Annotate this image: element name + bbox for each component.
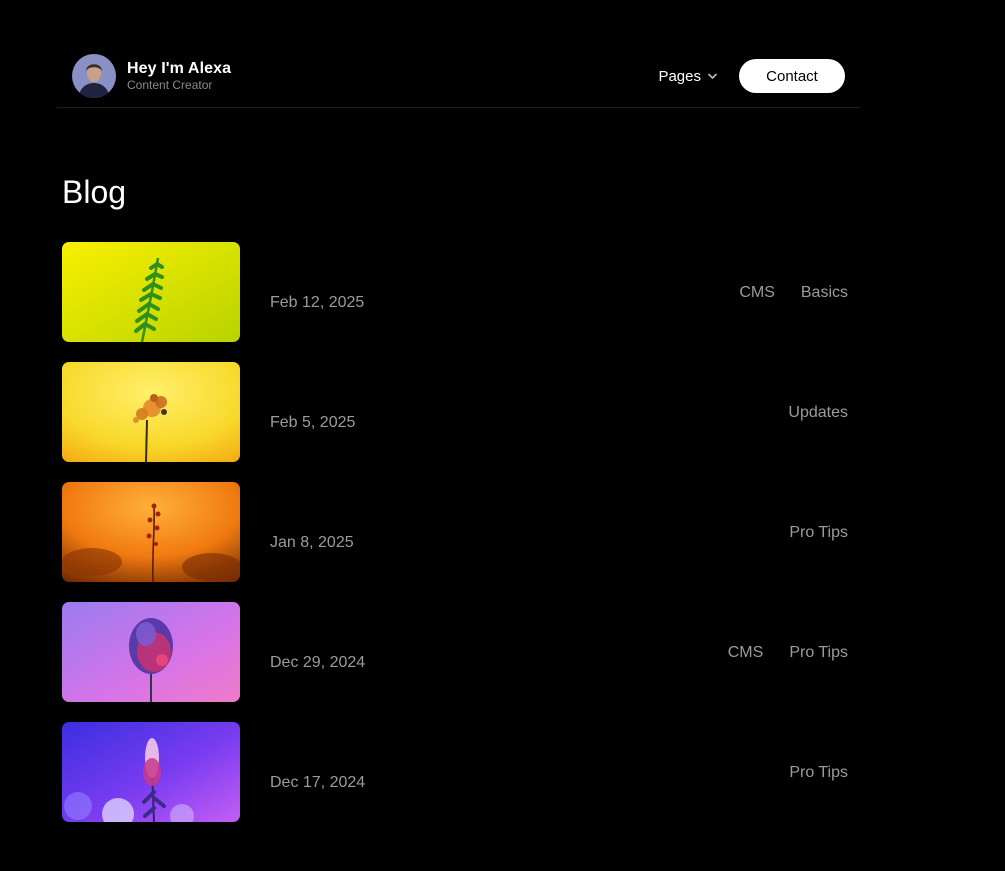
post-date: Dec 17, 2024 — [270, 774, 366, 791]
post-thumbnail[interactable] — [62, 242, 240, 342]
blog-post-row[interactable]: Dec 29, 2024 CMS Pro Tips — [62, 602, 848, 702]
pages-dropdown[interactable]: Pages — [658, 68, 718, 85]
post-tags: Pro Tips — [763, 524, 848, 542]
post-tag[interactable]: Pro Tips — [789, 764, 848, 782]
post-tag[interactable]: Pro Tips — [789, 524, 848, 542]
post-tag[interactable]: CMS — [728, 644, 764, 662]
post-date: Dec 29, 2024 — [270, 654, 366, 671]
post-tag[interactable]: Updates — [788, 404, 848, 422]
post-thumbnail[interactable] — [62, 602, 240, 702]
blog-post-row[interactable]: Feb 12, 2025 CMS Basics — [62, 242, 848, 342]
brand-name: Hey I'm Alexa — [127, 60, 232, 77]
blog-post-row[interactable]: Dec 17, 2024 Pro Tips — [62, 722, 848, 822]
post-tags: Updates — [762, 404, 848, 422]
post-tag[interactable]: Pro Tips — [789, 644, 848, 662]
brand-role: Content Creator — [127, 78, 213, 92]
post-tag[interactable]: CMS — [739, 284, 775, 302]
blog-post-row[interactable]: Jan 8, 2025 Pro Tips — [62, 482, 848, 582]
post-tags: CMS Pro Tips — [702, 644, 848, 662]
contact-button[interactable]: Contact — [739, 59, 845, 93]
main-nav: Pages Contact — [658, 59, 845, 93]
avatar — [72, 54, 116, 98]
post-thumbnail[interactable] — [62, 722, 240, 822]
post-date: Jan 8, 2025 — [270, 534, 354, 551]
post-date: Feb 5, 2025 — [270, 414, 356, 431]
pages-label: Pages — [658, 67, 701, 85]
page-title: Blog — [62, 174, 127, 210]
post-thumbnail[interactable] — [62, 482, 240, 582]
blog-post-row[interactable]: Feb 5, 2025 Updates — [62, 362, 848, 462]
post-tag[interactable]: Basics — [801, 284, 848, 302]
post-tags: Pro Tips — [763, 764, 848, 782]
chevron-down-icon — [707, 73, 718, 80]
post-tags: CMS Basics — [713, 284, 848, 302]
post-thumbnail[interactable] — [62, 362, 240, 462]
brand[interactable]: Hey I'm Alexa Content Creator — [72, 54, 231, 98]
post-date: Feb 12, 2025 — [270, 294, 365, 311]
site-header: Hey I'm Alexa Content Creator Pages Cont… — [57, 44, 860, 108]
